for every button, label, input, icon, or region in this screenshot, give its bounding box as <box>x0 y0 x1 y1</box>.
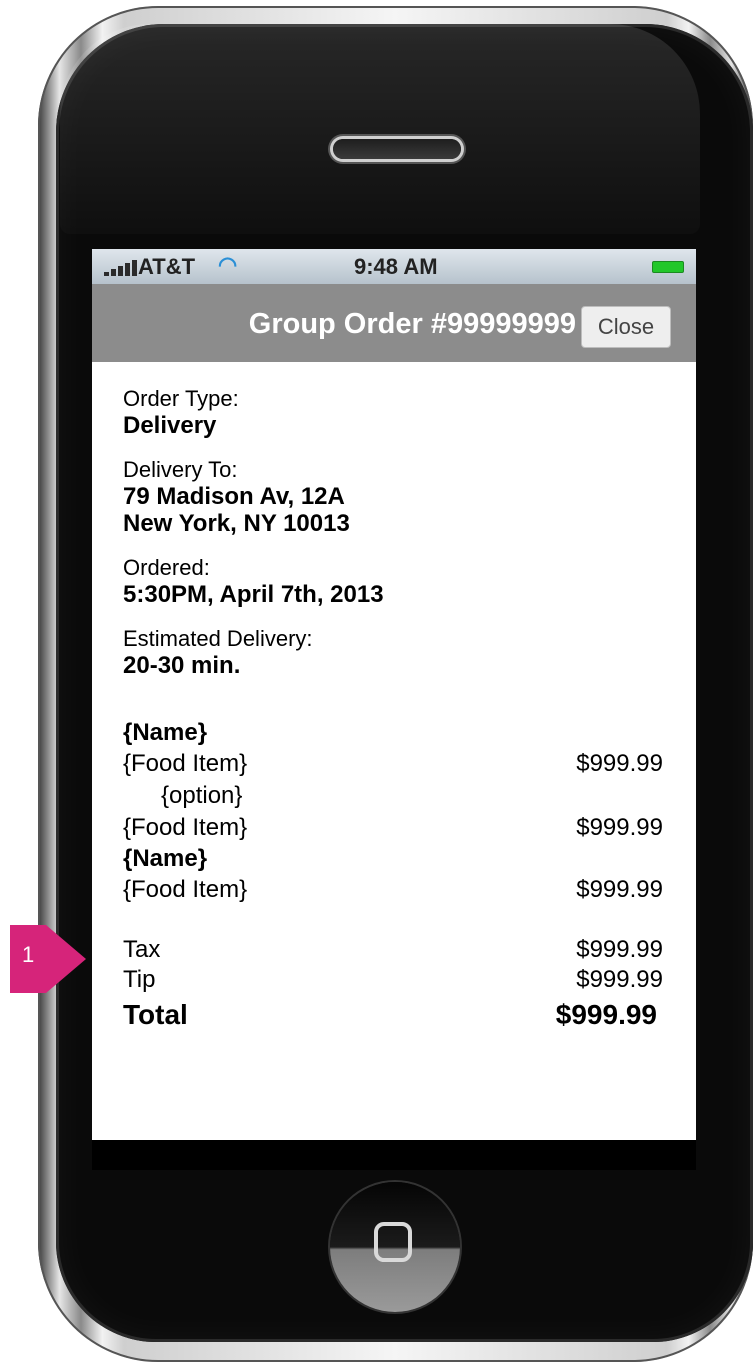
person-name: {Name} <box>123 719 208 746</box>
delivery-to-section: Delivery To: 79 Madison Av, 12A New York… <box>123 457 663 537</box>
person-name: {Name} <box>123 845 208 872</box>
ordered-value: 5:30PM, April 7th, 2013 <box>123 581 384 608</box>
estimated-delivery-label: Estimated Delivery: <box>123 626 313 651</box>
tax-label: Tax <box>123 936 161 963</box>
close-button[interactable]: Close <box>581 306 671 348</box>
item-price: $999.99 <box>576 814 663 841</box>
callout-number: 1 <box>22 942 35 967</box>
order-details: Order Type: Delivery Delivery To: 79 Mad… <box>123 386 663 1035</box>
food-item: {Food Item} <box>123 814 248 841</box>
total-value: $999.99 <box>555 999 657 1030</box>
order-type-section: Order Type: Delivery <box>123 386 663 439</box>
food-option: {option} <box>161 782 243 809</box>
food-item: {Food Item} <box>123 876 248 903</box>
total-row: Total $999.99 <box>123 995 663 1035</box>
app-screen: AT&T ◠ 9:48 AM Group Order #99999999 Clo… <box>92 249 696 1140</box>
tip-label: Tip <box>123 966 156 993</box>
clock: 9:48 AM <box>354 254 438 279</box>
food-item: {Food Item} <box>123 750 248 777</box>
item-price: $999.99 <box>576 750 663 777</box>
speaker-grille <box>333 139 461 159</box>
item-price: $999.99 <box>576 876 663 903</box>
screen-bottom <box>92 1140 696 1170</box>
tip-row: Tip $999.99 <box>123 965 663 995</box>
ordered-label: Ordered: <box>123 555 210 580</box>
tax-row: Tax $999.99 <box>123 935 663 965</box>
wifi-icon: ◠ <box>218 252 238 277</box>
list-item: {option} <box>123 781 663 811</box>
order-type-label: Order Type: <box>123 386 239 411</box>
totals: Tax $999.99 Tip $999.99 Total $999.99 <box>123 935 663 1035</box>
home-button[interactable] <box>330 1182 460 1312</box>
address-line-2: New York, NY 10013 <box>123 510 350 537</box>
list-item: {Name} <box>123 719 663 747</box>
tip-value: $999.99 <box>576 966 663 993</box>
estimated-delivery-value: 20-30 min. <box>123 652 241 679</box>
total-label: Total <box>123 999 188 1030</box>
items-list: {Name} {Food Item} $999.99 {option} {Foo… <box>123 719 663 907</box>
status-bar: AT&T ◠ 9:48 AM <box>92 249 696 284</box>
order-type-value: Delivery <box>123 412 217 439</box>
home-square-icon <box>374 1222 412 1262</box>
nav-bar: Group Order #99999999 Close <box>92 284 696 362</box>
ordered-section: Ordered: 5:30PM, April 7th, 2013 <box>123 555 663 608</box>
delivery-to-label: Delivery To: <box>123 457 238 482</box>
page-title: Group Order #99999999 <box>248 308 576 340</box>
list-item: {Food Item} $999.99 <box>123 811 663 845</box>
tax-value: $999.99 <box>576 936 663 963</box>
list-item: {Name} <box>123 845 663 873</box>
address-line-1: 79 Madison Av, 12A <box>123 483 345 510</box>
estimated-delivery-section: Estimated Delivery: 20-30 min. <box>123 626 663 679</box>
list-item: {Food Item} $999.99 <box>123 747 663 781</box>
carrier-label: AT&T <box>138 254 196 279</box>
phone-gloss <box>60 24 700 234</box>
list-item: {Food Item} $999.99 <box>123 873 663 907</box>
battery-icon <box>652 261 684 273</box>
